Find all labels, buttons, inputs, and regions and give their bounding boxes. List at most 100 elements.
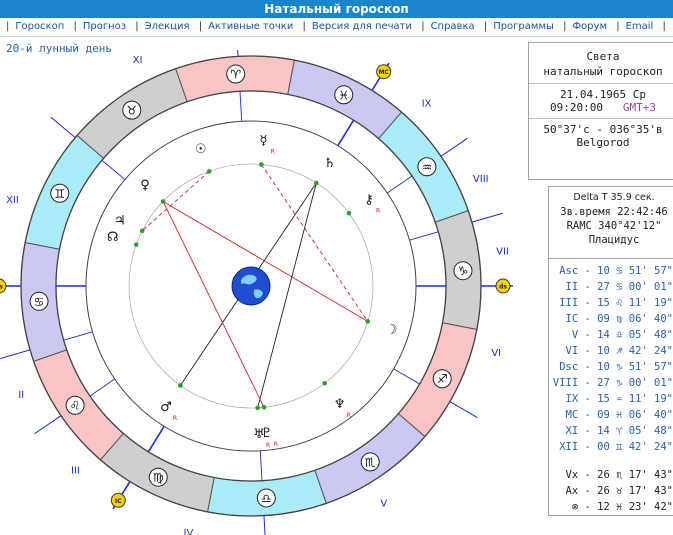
- nav-election[interactable]: Элекция: [145, 21, 190, 32]
- planet-point: [206, 169, 212, 174]
- globe-sphere: [231, 266, 271, 306]
- moon-glyph: ☽: [386, 323, 398, 338]
- zodiac-sign-glyph: ♐: [437, 372, 448, 386]
- house-numeral: VII: [496, 246, 509, 257]
- cusp-iii: III - 15 ♌ 11' 19": [559, 297, 673, 309]
- birth-city: Belgorod: [576, 136, 630, 149]
- ramc: RAMC 340°42'12": [566, 220, 662, 232]
- mercury-glyph: ☿: [259, 134, 267, 149]
- venus-glyph: ♀: [140, 178, 150, 193]
- cusp-ic: IC - 09 ♍ 06' 40": [565, 313, 673, 325]
- page-title: Натальный гороскоп: [0, 0, 673, 18]
- angle-badge-label: MC: [378, 69, 389, 76]
- chiron-glyph: ⚷: [364, 192, 374, 207]
- birth-time-row: 09:20:00 GMT+3: [529, 101, 673, 114]
- house-cusp-tick: [50, 116, 76, 139]
- pluto-glyph: ♇: [261, 426, 273, 441]
- cusp-xi: XI - 14 ♈ 05' 48": [565, 425, 673, 437]
- nav-print-version[interactable]: Версия для печати: [312, 21, 412, 32]
- house-numeral: VIII: [473, 174, 489, 185]
- retrograde-mark: R: [274, 441, 278, 448]
- cusp-v: V - 14 ♎ 05' 48": [571, 329, 673, 341]
- house-numeral: V: [380, 498, 387, 509]
- nav-help[interactable]: Справка: [431, 21, 475, 32]
- house-cusp-tick: [471, 212, 503, 223]
- saturn-glyph: ♄: [324, 156, 336, 171]
- cusp-dsc: Dsc - 10 ♑ 51' 57": [559, 361, 673, 373]
- zodiac-sign-glyph: ♋: [34, 295, 45, 309]
- anti-vertex: Ax - 26 ♉ 17' 43": [565, 485, 673, 497]
- house-numeral: XII: [6, 195, 19, 206]
- house-system: Плацидус: [588, 234, 640, 246]
- cusp-ix: IX - 15 ♒ 11' 19": [565, 393, 673, 405]
- vertex: Vx - 26 ♏ 17' 43": [565, 469, 673, 481]
- zodiac-sign-glyph: ♈: [230, 68, 241, 82]
- nav-programs[interactable]: Программы: [493, 21, 554, 32]
- jupiter-glyph: ♃: [114, 214, 126, 229]
- sun-glyph: ☉: [195, 142, 207, 157]
- house-cusp-tick: [34, 415, 62, 435]
- sidereal-time: Зв.время 22:42:46: [560, 206, 668, 218]
- birth-time: 09:20:00: [550, 101, 603, 114]
- zodiac-sign-glyph: ♒: [422, 160, 433, 174]
- cusp-ii: II - 27 ♋ 00' 01": [565, 281, 673, 293]
- angle-badge-label: IC: [115, 498, 122, 505]
- zodiac-sign-glyph: ♍: [153, 471, 164, 485]
- nav-bar: | Гороскоп | Прогноз | Элекция | Активные то…: [0, 18, 673, 37]
- mars-glyph: ♂: [160, 400, 172, 415]
- angle-badge-label: ds: [499, 284, 507, 291]
- planet-point: [346, 210, 352, 216]
- planet-point: [261, 405, 267, 410]
- nav-email[interactable]: Email: [626, 21, 654, 32]
- natal-chart-wheel: ♈♉♊♋♌♍♎♏♐♑♒♓ asdsMCIC ☉☽☿R♀♂R♃♄♅R♆R♇R☊⚷R…: [0, 50, 513, 535]
- house-numeral: I: [0, 318, 1, 329]
- zodiac-sign-glyph: ♎: [261, 491, 272, 505]
- cusp-xii: XII - 00 ♊ 42' 24": [559, 441, 673, 453]
- house-cusp-tick: [449, 401, 478, 419]
- house-numeral: XI: [133, 55, 143, 66]
- cusp-asc: Asc - 10 ♋ 51' 57": [559, 265, 673, 277]
- house-cusp-tick: [263, 515, 266, 535]
- node-glyph: ☊: [107, 230, 119, 245]
- house-numeral: II: [18, 390, 24, 401]
- birth-date: 21.04.1965 Ср: [559, 88, 647, 101]
- person-name: Света: [586, 50, 620, 63]
- cusp-viii: VIII - 27 ♑ 00' 01": [552, 377, 673, 389]
- timezone: GMT+3: [622, 101, 656, 114]
- zodiac-sign-glyph: ♓: [338, 88, 349, 102]
- planet-point: [139, 228, 145, 234]
- nav-forum[interactable]: Форум: [572, 21, 607, 32]
- planet-point: [365, 319, 371, 324]
- neptune-glyph: ♆: [334, 397, 346, 412]
- house-numeral: III: [71, 466, 80, 477]
- nav-forecast[interactable]: Прогноз: [83, 21, 126, 32]
- nav-active-points[interactable]: Активные точки: [208, 21, 293, 32]
- cusp-vi: VI - 10 ♐ 42' 24": [565, 345, 673, 357]
- planet-point: [178, 383, 183, 388]
- cusp-mc: MC - 09 ♓ 06' 40": [565, 409, 673, 421]
- zodiac-sign-glyph: ♉: [126, 104, 137, 118]
- retrograde-mark: R: [173, 415, 177, 422]
- house-cusp-tick: [0, 349, 31, 360]
- retrograde-mark: R: [266, 442, 270, 449]
- planet-point: [160, 199, 166, 204]
- planet-point: [255, 405, 260, 411]
- astro-params-panel: Delta T 35.9 сек. Зв.время 22:42:46 RAMC…: [548, 186, 673, 264]
- planet-point: [133, 242, 139, 247]
- nav-horoscope[interactable]: Гороскоп: [15, 21, 64, 32]
- planet-point: [259, 162, 264, 167]
- birth-coords: 50°37'с - 036°35'в: [543, 123, 663, 136]
- house-numeral: VI: [491, 348, 501, 359]
- house-cusp-tick: [237, 50, 239, 57]
- retrograde-mark: R: [270, 149, 274, 156]
- planet-point: [322, 380, 327, 386]
- zodiac-sign-glyph: ♊: [54, 187, 65, 201]
- zodiac-sign-glyph: ♌: [70, 399, 81, 413]
- zodiac-sign-glyph: ♏: [365, 455, 376, 469]
- retrograde-mark: R: [347, 412, 351, 419]
- angle-badge-label: as: [0, 284, 3, 291]
- house-numeral: IV: [184, 528, 194, 535]
- birth-info-panel: Света натальный гороскоп 21.04.1965 Ср 0…: [528, 42, 673, 180]
- retrograde-mark: R: [376, 207, 380, 214]
- zodiac-sign-glyph: ♑: [458, 264, 469, 278]
